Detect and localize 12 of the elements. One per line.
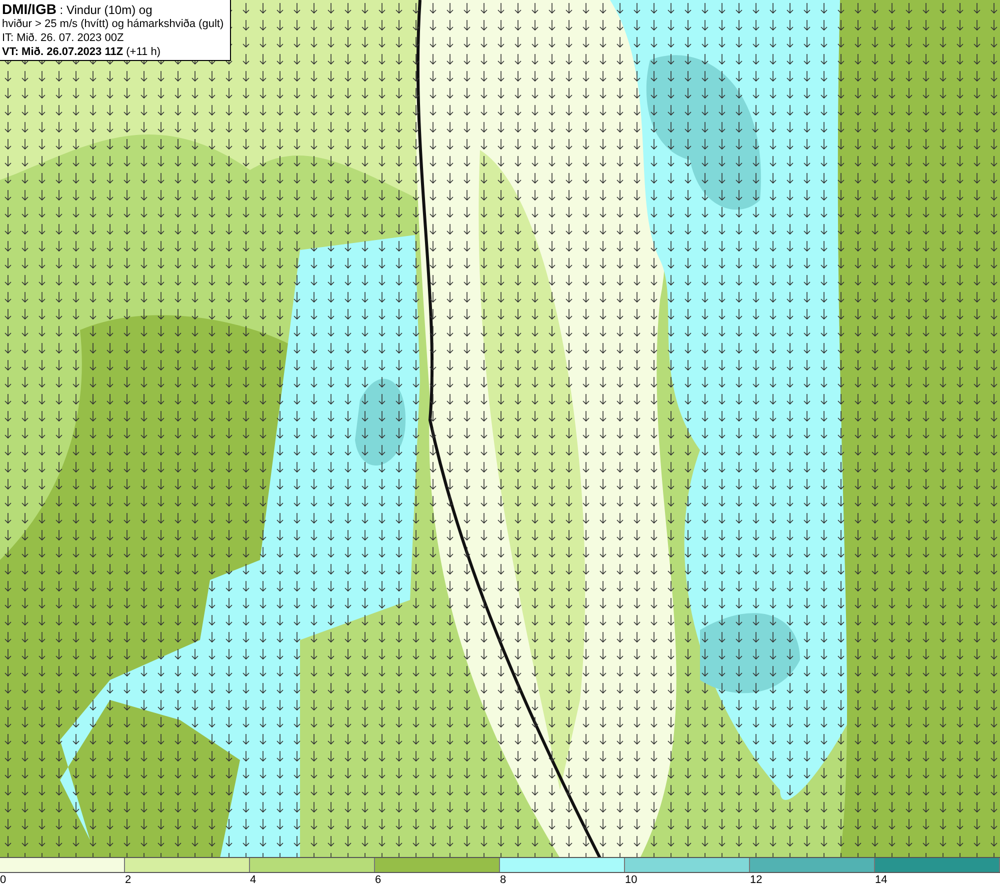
legend-label: 12	[750, 874, 762, 886]
info-line: VT: Mið. 26.07.2023 11Z (+11 h)	[2, 45, 162, 59]
legend-label: 10	[625, 874, 638, 886]
info-line: IT: Mið. 26. 07. 2023 00Z	[2, 31, 125, 45]
legend-label: 14	[875, 874, 888, 886]
legend-label: 4	[250, 874, 256, 886]
legend-label: 8	[500, 874, 506, 886]
info-line: hviður > 25 m/s (hvítt) og hámarkshviða (gult)	[2, 17, 224, 31]
legend-label: 0	[0, 874, 6, 886]
legend-label: 6	[375, 874, 382, 886]
legend-label: 2	[125, 874, 132, 886]
info-line: DMI/IGB : Vindur (10m) og	[2, 2, 154, 17]
